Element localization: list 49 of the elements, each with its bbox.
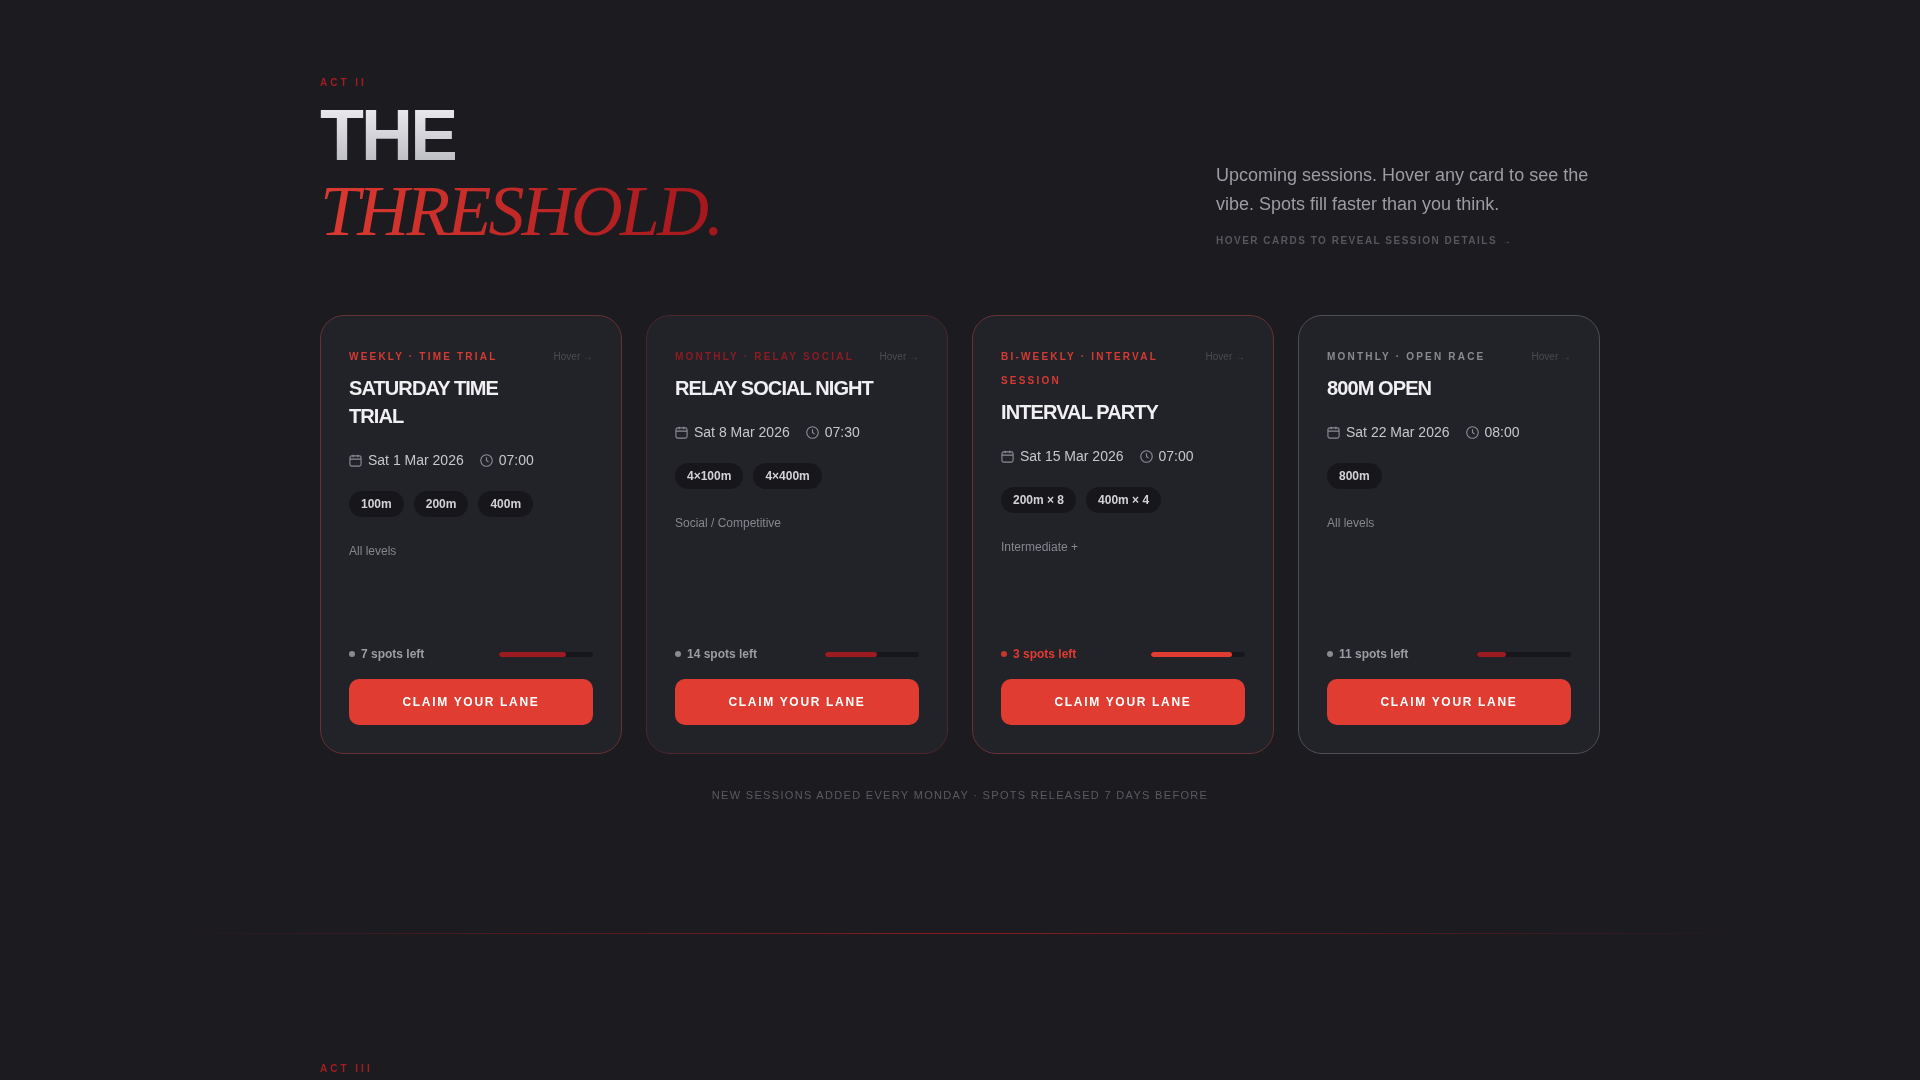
spots-text: 7 spots left (361, 646, 425, 663)
claim-button[interactable]: CLAIM YOUR LANE (1001, 679, 1245, 726)
date-text: Sat 15 Mar 2026 (1020, 447, 1124, 467)
description-text: Upcoming sessions. Hover any card to see the vibe. Spots fill faster than you think. (1216, 164, 1590, 217)
time-text: 07:00 (1158, 447, 1194, 467)
calendar-icon (1001, 449, 1014, 463)
card-title: RELAY SOCIAL NIGHT (675, 376, 875, 402)
category-label: WEEKLY · TIME TRIAL (349, 350, 499, 365)
distance-tag: 200m × 8 (1001, 487, 1077, 514)
audience-text: All levels (349, 543, 397, 560)
audience-text: Social / Competitive (675, 515, 782, 532)
time-text: 07:30 (824, 423, 860, 443)
audience-text: Intermediate + (1001, 539, 1079, 556)
date-text: Sat 8 Mar 2026 (694, 423, 790, 443)
distance-tag: 4×100m (675, 463, 744, 490)
clock-icon (1465, 425, 1479, 439)
time-text: 08:00 (1484, 423, 1520, 443)
category-label: MONTHLY · OPEN RACE (1327, 350, 1487, 365)
date-text: Sat 22 Mar 2026 (1346, 423, 1450, 443)
distance-tag: 400m (478, 491, 534, 518)
card-title: 800M OPEN (1327, 376, 1433, 402)
distance-tag: 800m (1327, 463, 1382, 490)
card-title: INTERVAL PARTY (1001, 400, 1160, 426)
calendar-icon (675, 425, 688, 439)
card-title: SATURDAY TIME TRIAL (349, 376, 500, 430)
clock-icon (479, 453, 493, 467)
spots-text: 3 spots left (1013, 646, 1077, 663)
calendar-icon (1327, 425, 1340, 439)
eyebrow-label: ACT III (320, 1062, 373, 1077)
distance-tag: 400m × 4 (1086, 487, 1162, 514)
distance-tag: 200m (413, 491, 469, 518)
footer-note: NEW SESSIONS ADDED EVERY MONDAY · SPOTS RELEASED 7 DAYS BEFORE (711, 788, 1209, 804)
claim-button[interactable]: CLAIM YOUR LANE (1327, 679, 1571, 726)
distance-tag: 4×400m (753, 463, 822, 490)
claim-button[interactable]: CLAIM YOUR LANE (675, 679, 919, 726)
date-text: Sat 1 Mar 2026 (368, 451, 464, 471)
calendar-icon (349, 453, 362, 467)
time-text: 07:00 (498, 451, 534, 471)
category-label: MONTHLY · RELAY SOCIAL (675, 350, 855, 365)
clock-icon (805, 425, 819, 439)
claim-button[interactable]: CLAIM YOUR LANE (349, 679, 593, 726)
eyebrow-label: ACT II (320, 76, 367, 90)
spots-text: 11 spots left (1339, 646, 1409, 663)
distance-tag: 100m (349, 491, 404, 518)
clock-icon (1139, 449, 1153, 463)
spots-text: 14 spots left (687, 646, 758, 663)
hint-text: HOVER CARDS TO REVEAL SESSION DETAILS → (1216, 234, 1513, 249)
category-label: BI-WEEKLY · INTERVAL SESSION (1001, 350, 1159, 389)
audience-text: All levels (1327, 515, 1375, 532)
